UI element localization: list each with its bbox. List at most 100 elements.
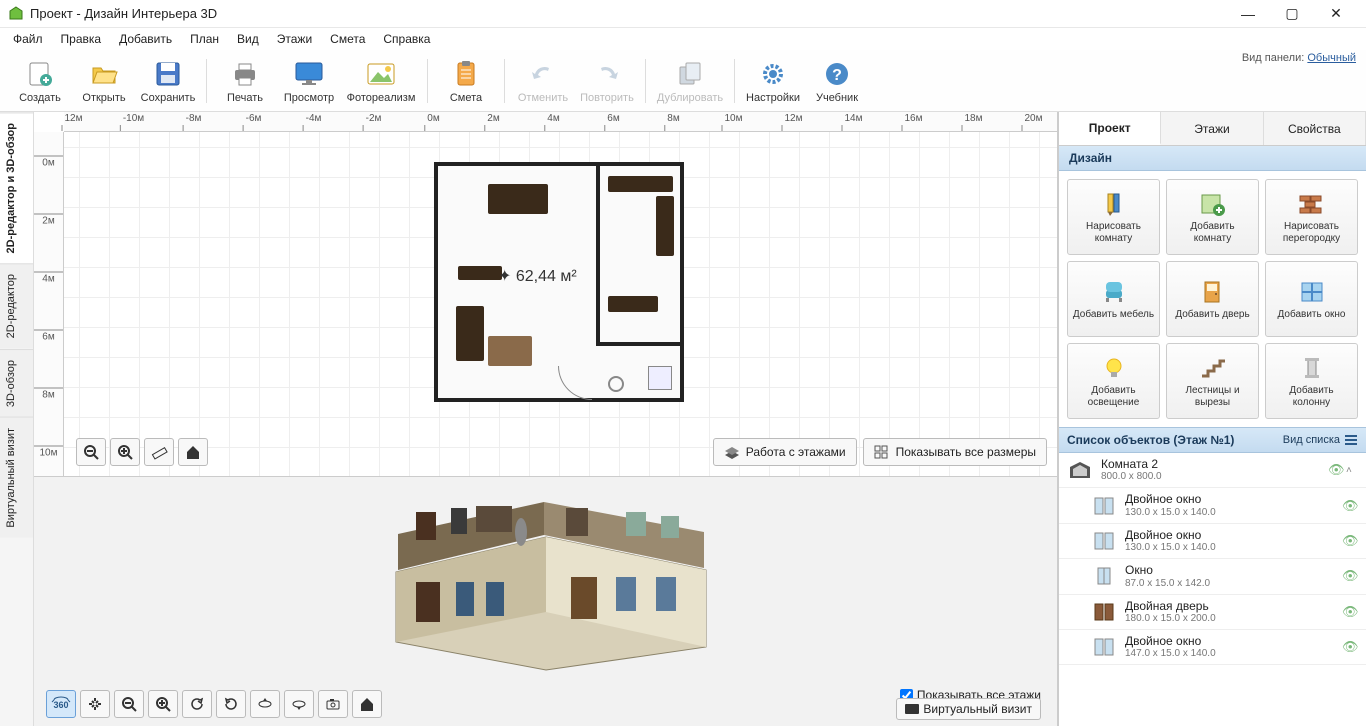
tilt-up-button[interactable]: [250, 690, 280, 718]
floorplan[interactable]: ✦ 62,44 м²: [434, 162, 684, 402]
tb-redo[interactable]: Повторить: [577, 53, 637, 109]
object-item-room2[interactable]: Комната 2800.0 x 800.0👁˄: [1059, 453, 1366, 488]
object-dim: 180.0 x 15.0 x 200.0: [1125, 613, 1342, 625]
home-button[interactable]: [178, 438, 208, 466]
menu-floors[interactable]: Этажи: [268, 30, 321, 48]
visibility-icon[interactable]: 👁: [1342, 568, 1360, 584]
tilt-down-button[interactable]: [284, 690, 314, 718]
object-item-dw1[interactable]: Двойное окно130.0 x 15.0 x 140.0👁: [1059, 488, 1366, 523]
card-add-room[interactable]: Добавить комнату: [1166, 179, 1259, 255]
ruler-tick: -10м: [120, 125, 144, 131]
menu-help[interactable]: Справка: [374, 30, 439, 48]
canvas-2d[interactable]: ✦ 62,44 м² Работа с этажами Показывать в…: [64, 132, 1057, 476]
visibility-icon[interactable]: 👁: [1342, 604, 1360, 620]
sink-icon[interactable]: [648, 366, 672, 390]
object-item-w1[interactable]: Окно87.0 x 15.0 x 142.0👁: [1059, 559, 1366, 594]
canvas-3d[interactable]: 360 Показывать все этажи Прозрачные стен…: [34, 476, 1057, 726]
ruler-tick: 4м: [544, 125, 559, 131]
tb-save[interactable]: Сохранить: [138, 53, 198, 109]
visibility-icon[interactable]: 👁: [1342, 639, 1360, 655]
menu-estimate[interactable]: Смета: [321, 30, 374, 48]
panel-mode-link[interactable]: Обычный: [1307, 52, 1356, 64]
pan-button[interactable]: [80, 690, 110, 718]
toolbar: Создать Открыть Сохранить Печать Просмот…: [0, 50, 1366, 112]
object-item-dd1[interactable]: Двойная дверь180.0 x 15.0 x 200.0👁: [1059, 595, 1366, 630]
furniture-sofa[interactable]: [458, 266, 502, 280]
zoom-out-button[interactable]: [76, 438, 106, 466]
card-stairs[interactable]: Лестницы и вырезы: [1166, 343, 1259, 419]
card-add-column[interactable]: Добавить колонну: [1265, 343, 1358, 419]
visibility-icon[interactable]: 👁: [1342, 533, 1360, 549]
chair-icon: [1098, 278, 1130, 306]
canvas2d-mini-toolbar: [76, 438, 208, 466]
card-add-furniture[interactable]: Добавить мебель: [1067, 261, 1160, 337]
list-view-button[interactable]: Вид списка: [1283, 434, 1358, 446]
furniture-cabinet[interactable]: [456, 306, 484, 361]
vtab-2d3d[interactable]: 2D-редактор и 3D-обзор: [0, 112, 33, 263]
objects-header: Список объектов (Этаж №1) Вид списка: [1059, 427, 1366, 453]
object-item-dw3[interactable]: Двойное окно147.0 x 15.0 x 140.0👁: [1059, 630, 1366, 665]
furniture-cabinet[interactable]: [608, 296, 658, 312]
card-draw-room[interactable]: Нарисовать комнату: [1067, 179, 1160, 255]
visibility-icon[interactable]: 👁: [1342, 498, 1360, 514]
card-add-light[interactable]: Добавить освещение: [1067, 343, 1160, 419]
vtab-2d[interactable]: 2D-редактор: [0, 263, 33, 348]
rtab-floors[interactable]: Этажи: [1161, 112, 1263, 145]
tb-settings[interactable]: Настройки: [743, 53, 803, 109]
orbit-button[interactable]: 360: [46, 690, 76, 718]
rotate-ccw-button[interactable]: [216, 690, 246, 718]
menu-add[interactable]: Добавить: [110, 30, 181, 48]
visibility-icon[interactable]: 👁: [1328, 462, 1346, 478]
tb-duplicate[interactable]: Дублировать: [654, 53, 726, 109]
floors-work-button[interactable]: Работа с этажами: [713, 438, 857, 466]
menu-view[interactable]: Вид: [228, 30, 268, 48]
close-button[interactable]: ✕: [1314, 1, 1358, 27]
object-item-dw2[interactable]: Двойное окно130.0 x 15.0 x 140.0👁: [1059, 524, 1366, 559]
rtab-project[interactable]: Проект: [1059, 112, 1161, 145]
menu-plan[interactable]: План: [181, 30, 228, 48]
home-3d-button[interactable]: [352, 690, 382, 718]
measure-button[interactable]: [144, 438, 174, 466]
vtab-3d[interactable]: 3D-обзор: [0, 349, 33, 417]
menu-edit[interactable]: Правка: [52, 30, 111, 48]
window-icon: [1089, 563, 1119, 589]
minimize-button[interactable]: —: [1226, 1, 1270, 27]
canvas2d-right-toolbar: Работа с этажами Показывать все размеры: [713, 438, 1047, 466]
tb-estimate[interactable]: Смета: [436, 53, 496, 109]
vtab-vr[interactable]: Виртуальный визит: [0, 417, 33, 538]
tb-tutorial[interactable]: ?Учебник: [807, 53, 867, 109]
zoom-out-3d-button[interactable]: [114, 690, 144, 718]
furniture-kitchen[interactable]: [656, 196, 674, 256]
tb-open[interactable]: Открыть: [74, 53, 134, 109]
tb-print[interactable]: Печать: [215, 53, 275, 109]
show-dims-button[interactable]: Показывать все размеры: [863, 438, 1047, 466]
tb-preview[interactable]: Просмотр: [279, 53, 339, 109]
virtual-visit-button[interactable]: Виртуальный визит: [896, 698, 1041, 720]
ruler-tick: -6м: [243, 125, 262, 131]
tb-create[interactable]: Создать: [10, 53, 70, 109]
furniture-kitchen[interactable]: [608, 176, 673, 192]
toilet-icon[interactable]: [608, 376, 624, 392]
expand-icon[interactable]: ˄: [1346, 465, 1360, 476]
furniture-table[interactable]: [488, 184, 548, 214]
object-list: Комната 2800.0 x 800.0👁˄Двойное окно130.…: [1059, 453, 1366, 726]
tb-undo[interactable]: Отменить: [513, 53, 573, 109]
card-draw-wall[interactable]: Нарисовать перегородку: [1265, 179, 1358, 255]
redo-icon: [591, 58, 623, 90]
zoom-in-button[interactable]: [110, 438, 140, 466]
card-add-door[interactable]: Добавить дверь: [1166, 261, 1259, 337]
maximize-button[interactable]: ▢: [1270, 1, 1314, 27]
rotate-cw-button[interactable]: [182, 690, 212, 718]
dwindow-icon: [1089, 634, 1119, 660]
snapshot-button[interactable]: [318, 690, 348, 718]
ruler-tick: 10м: [722, 125, 743, 131]
tb-photorealism[interactable]: Фотореализм: [343, 53, 419, 109]
toolbar-sep: [206, 59, 207, 103]
zoom-in-3d-button[interactable]: [148, 690, 178, 718]
card-add-window[interactable]: Добавить окно: [1265, 261, 1358, 337]
rtab-properties[interactable]: Свойства: [1264, 112, 1366, 145]
right-tabs: Проект Этажи Свойства: [1059, 112, 1366, 146]
stairs-icon: [1197, 354, 1229, 382]
menu-file[interactable]: Файл: [4, 30, 52, 48]
furniture-armchair[interactable]: [488, 336, 532, 366]
